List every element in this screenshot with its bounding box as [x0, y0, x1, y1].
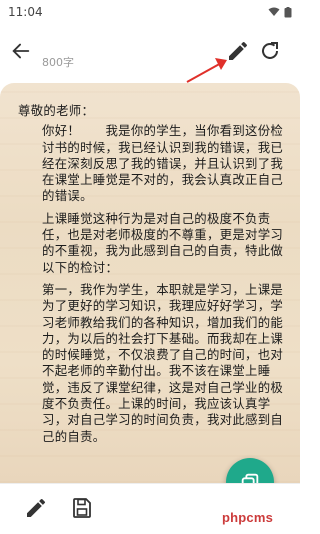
status-icons: [268, 6, 292, 18]
letter-paragraph: 上课睡觉这种行为是对自己的极度不负责任，也是对老师极度的不尊重，更是对学习的不重…: [42, 210, 284, 275]
letter-paper: 尊敬的老师： 你好！ 我是你的学生，当你看到这份检讨书的时候，我已经认识到我的错…: [0, 83, 300, 483]
letter-paragraph: 第一，我作为学生，本职就是学习，上课是为了更好的学习知识，我理应好好学习，学习老…: [42, 281, 284, 444]
toolbar: 800字: [0, 30, 300, 76]
wifi-icon: [268, 7, 280, 16]
letter-content: 尊敬的老师： 你好！ 我是你的学生，当你看到这份检讨书的时候，我已经认识到我的错…: [18, 103, 286, 451]
letter-paragraph: 你好！ 我是你的学生，当你看到这份检讨书的时候，我已经认识到我的错误，我已经在深…: [42, 123, 284, 204]
save-icon[interactable]: [70, 496, 94, 520]
status-time: 11:04: [8, 5, 43, 19]
status-bar: 11:04: [0, 0, 300, 24]
refresh-icon[interactable]: [258, 39, 282, 63]
back-arrow-icon[interactable]: [10, 40, 32, 62]
bottom-bar: [0, 483, 300, 534]
word-count: 800字: [42, 56, 74, 69]
edit-pencil-icon[interactable]: [24, 496, 48, 520]
watermark: phpcms: [222, 510, 274, 525]
annotation-arrow: [186, 58, 227, 83]
letter-greeting: 尊敬的老师：: [18, 103, 95, 118]
battery-icon: [284, 6, 292, 17]
